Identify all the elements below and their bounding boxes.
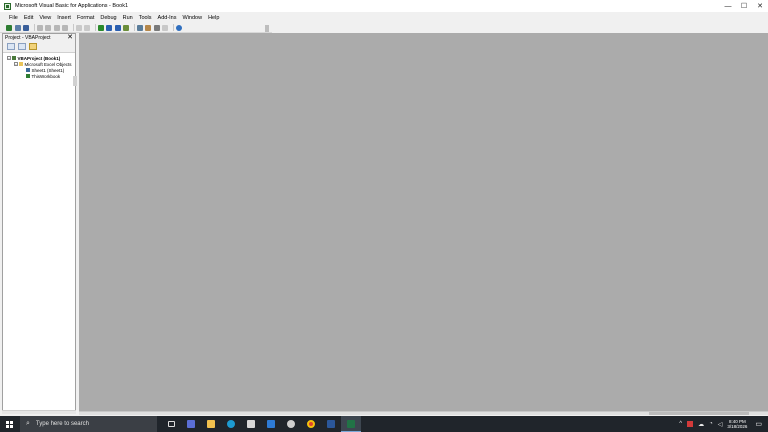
project-pane-header: Project - VBAProject ✕ bbox=[3, 34, 75, 41]
object-browser-icon[interactable] bbox=[153, 24, 160, 31]
workbook-icon bbox=[26, 74, 30, 78]
code-window-area bbox=[79, 33, 768, 411]
windows-logo-icon bbox=[5, 420, 13, 428]
app-icon[interactable] bbox=[281, 416, 301, 432]
vba-app-icon bbox=[4, 2, 11, 10]
volume-icon[interactable]: ◁ bbox=[718, 421, 723, 428]
collapse-icon[interactable]: − bbox=[14, 62, 18, 66]
excel-icon[interactable] bbox=[341, 416, 361, 432]
file-explorer-icon[interactable] bbox=[201, 416, 221, 432]
project-tree: − VBAProject (Book1) − Microsoft Excel O… bbox=[3, 53, 75, 79]
tree-item-thisworkbook[interactable]: ThisWorkbook bbox=[3, 73, 75, 79]
project-explorer-icon[interactable] bbox=[136, 24, 143, 31]
menu-view[interactable]: View bbox=[39, 15, 51, 21]
close-icon[interactable]: ✕ bbox=[67, 34, 73, 41]
menu-window[interactable]: Window bbox=[183, 15, 203, 21]
worksheet-icon bbox=[26, 68, 30, 72]
toolbar-separator bbox=[172, 24, 174, 31]
insert-module-icon[interactable] bbox=[14, 24, 21, 31]
redo-icon[interactable] bbox=[84, 24, 90, 31]
taskbar: ⌕ Type here to search ^ ☁ ◔ ◁ 8:40 PM 3/… bbox=[0, 416, 768, 432]
menu-add-ins[interactable]: Add-Ins bbox=[158, 15, 177, 21]
tree-item-label: VBAProject (Book1) bbox=[17, 55, 61, 61]
menu-debug[interactable]: Debug bbox=[100, 15, 116, 21]
edge-browser-icon[interactable] bbox=[221, 416, 241, 432]
menu-bar: File Edit View Insert Format Debug Run T… bbox=[0, 12, 768, 23]
folder-icon bbox=[19, 62, 23, 66]
properties-window-icon[interactable] bbox=[145, 24, 151, 31]
clock-date: 3/18/2026 bbox=[727, 424, 748, 429]
network-icon[interactable]: ◔ bbox=[709, 421, 713, 427]
chevron-up-icon[interactable]: ^ bbox=[679, 421, 682, 427]
cut-icon[interactable] bbox=[36, 24, 43, 31]
taskbar-search[interactable]: ⌕ Type here to search bbox=[20, 416, 157, 432]
undo-icon[interactable] bbox=[75, 24, 82, 31]
tree-item-label: ThisWorkbook bbox=[31, 73, 61, 79]
taskbar-clock[interactable]: 8:40 PM 3/18/2026 bbox=[727, 419, 747, 430]
view-code-button[interactable] bbox=[7, 43, 15, 50]
paste-icon[interactable] bbox=[53, 24, 60, 31]
menu-tools[interactable]: Tools bbox=[139, 15, 152, 21]
design-mode-icon[interactable] bbox=[123, 24, 129, 31]
project-explorer-pane: Project - VBAProject ✕ − VBAProject (Boo… bbox=[2, 33, 77, 411]
maximize-button[interactable]: ☐ bbox=[736, 0, 752, 12]
notification-icon[interactable]: ▭ bbox=[755, 420, 762, 428]
view-excel-icon[interactable] bbox=[6, 24, 12, 31]
toggle-folders-button[interactable] bbox=[29, 43, 37, 50]
tree-item-label: Microsoft Excel Objects bbox=[24, 61, 72, 67]
search-icon: ⌕ bbox=[26, 420, 30, 427]
view-object-button[interactable] bbox=[18, 43, 26, 50]
start-button[interactable] bbox=[0, 416, 18, 432]
mail-icon[interactable] bbox=[261, 416, 281, 432]
search-placeholder: Type here to search bbox=[35, 421, 89, 427]
chrome-icon[interactable] bbox=[301, 416, 321, 432]
project-pane-title: Project - VBAProject bbox=[5, 34, 51, 41]
collapse-icon[interactable]: − bbox=[7, 56, 11, 60]
menu-insert[interactable]: Insert bbox=[57, 15, 71, 21]
toolbox-icon[interactable] bbox=[162, 24, 168, 31]
window-title: Microsoft Visual Basic for Applications … bbox=[15, 3, 129, 9]
taskbar-apps bbox=[161, 416, 361, 432]
project-pane-toolbar bbox=[3, 41, 75, 53]
onedrive-icon[interactable]: ☁ bbox=[698, 421, 704, 428]
project-pane-hscrollbar[interactable] bbox=[2, 410, 76, 414]
window-controls: — ☐ ✕ bbox=[720, 0, 768, 12]
break-icon[interactable] bbox=[106, 24, 112, 31]
word-icon[interactable] bbox=[321, 416, 341, 432]
menu-edit[interactable]: Edit bbox=[24, 15, 33, 21]
code-area-hscrollbar[interactable] bbox=[79, 411, 768, 415]
toolbar-separator bbox=[133, 24, 135, 31]
toolbar-separator bbox=[94, 24, 96, 31]
app-store-icon[interactable] bbox=[241, 416, 261, 432]
title-bar: Microsoft Visual Basic for Applications … bbox=[0, 0, 768, 12]
toolbar-separator bbox=[33, 24, 35, 31]
vba-project-icon bbox=[12, 56, 16, 60]
menu-format[interactable]: Format bbox=[77, 15, 94, 21]
menu-help[interactable]: Help bbox=[208, 15, 219, 21]
toolbar-grip[interactable] bbox=[265, 25, 269, 32]
menu-file[interactable]: File bbox=[9, 15, 18, 21]
close-button[interactable]: ✕ bbox=[752, 0, 768, 12]
antivirus-icon[interactable] bbox=[687, 421, 694, 427]
minimize-button[interactable]: — bbox=[720, 0, 736, 12]
scrollbar-thumb[interactable] bbox=[649, 412, 749, 415]
find-icon[interactable] bbox=[62, 24, 68, 31]
app-teams-icon[interactable] bbox=[181, 416, 201, 432]
save-icon[interactable] bbox=[23, 24, 29, 31]
run-icon[interactable] bbox=[97, 24, 104, 31]
system-tray: ^ ☁ ◔ ◁ 8:40 PM 3/18/2026 ▭ bbox=[679, 416, 768, 432]
reset-icon[interactable] bbox=[114, 24, 121, 31]
task-view-button[interactable] bbox=[161, 416, 181, 432]
tree-item-label: Sheet1 (Sheet1) bbox=[31, 67, 65, 73]
project-pane-scrollbar[interactable] bbox=[73, 76, 77, 86]
help-icon[interactable] bbox=[175, 24, 182, 31]
menu-run[interactable]: Run bbox=[123, 15, 133, 21]
copy-icon[interactable] bbox=[45, 24, 51, 31]
toolbar-separator bbox=[72, 24, 74, 31]
standard-toolbar bbox=[0, 23, 272, 33]
